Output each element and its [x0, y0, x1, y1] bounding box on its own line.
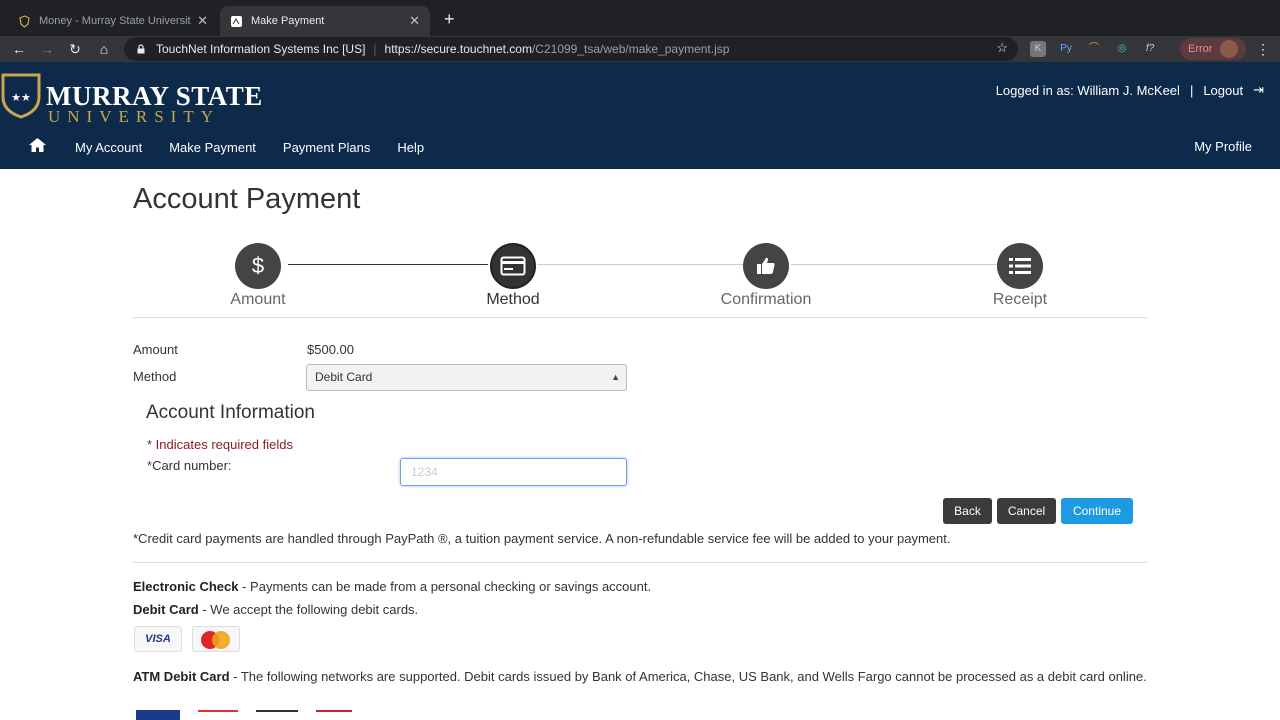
profile-error-button[interactable]: Error	[1180, 38, 1246, 60]
extension-k-icon[interactable]: K	[1030, 41, 1046, 57]
dollar-icon: $	[235, 243, 281, 289]
nav-payment-plans[interactable]: Payment Plans	[283, 140, 370, 155]
address-bar[interactable]: TouchNet Information Systems Inc [US] | …	[124, 37, 1018, 61]
atm-network-logo	[198, 710, 238, 720]
nav-my-profile[interactable]: My Profile	[1194, 139, 1252, 154]
atm-network-logo	[136, 710, 180, 720]
omnibox-divider: |	[373, 42, 377, 56]
tab-title: Make Payment	[251, 15, 325, 27]
step-confirmation: Confirmation	[696, 243, 836, 309]
electronic-check-info: Electronic Check - Payments can be made …	[133, 579, 652, 594]
continue-button[interactable]: Continue	[1061, 498, 1133, 524]
shield-favicon-icon	[18, 14, 31, 28]
site-organization: TouchNet Information Systems Inc [US]	[156, 42, 366, 56]
nav-make-payment[interactable]: Make Payment	[169, 140, 256, 155]
nav-my-account[interactable]: My Account	[75, 140, 142, 155]
new-tab-icon[interactable]: +	[444, 9, 455, 30]
avatar	[1220, 40, 1239, 58]
error-label: Error	[1188, 43, 1213, 55]
main-nav: My Account Make Payment Payment Plans He…	[0, 126, 1280, 169]
svg-text:★★: ★★	[11, 91, 31, 104]
step-amount: $ Amount	[188, 243, 328, 309]
logout-link[interactable]: Logout	[1203, 83, 1243, 98]
back-button[interactable]: Back	[943, 498, 992, 524]
header-divider: |	[1189, 82, 1194, 98]
browser-menu-icon[interactable]: ⋮	[1256, 41, 1270, 58]
forward-arrow-icon[interactable]: →	[37, 39, 57, 59]
extension-function-icon[interactable]: f?	[1142, 41, 1158, 57]
step-label: Confirmation	[720, 291, 812, 308]
lock-icon	[137, 44, 145, 54]
close-tab-icon[interactable]: ✕	[197, 13, 208, 29]
cancel-button[interactable]: Cancel	[997, 498, 1056, 524]
mastercard-logo	[192, 626, 240, 652]
bookmark-star-icon[interactable]: ☆	[996, 40, 1008, 56]
step-label: Method	[486, 291, 540, 308]
tab-make-payment[interactable]: Make Payment ✕	[220, 6, 430, 36]
url-path: /C21099_tsa/web/make_payment.jsp	[531, 42, 730, 56]
home-browser-icon[interactable]: ⌂	[94, 39, 114, 59]
browser-toolbar: ← → ↻ ⌂ TouchNet Information Systems Inc…	[0, 36, 1280, 62]
nav-help[interactable]: Help	[397, 140, 424, 155]
thumbs-up-icon	[743, 243, 789, 289]
method-label: Method	[133, 369, 177, 384]
extension-wave-icon[interactable]: ⌒	[1086, 41, 1102, 57]
shield-logo-icon: ★★	[1, 73, 41, 119]
divider	[133, 317, 1147, 318]
step-method: Method	[443, 243, 583, 309]
back-arrow-icon[interactable]: ←	[9, 39, 29, 59]
visa-logo: VISA	[134, 626, 182, 652]
close-tab-icon[interactable]: ✕	[409, 13, 420, 29]
login-status: Logged in as: William J. McKeel | Logout…	[996, 82, 1264, 98]
card-number-input[interactable]: 1234	[400, 458, 627, 486]
accepted-cards: VISA	[134, 626, 240, 652]
page-title: Account Payment	[133, 183, 361, 215]
method-selected-value: Debit Card	[315, 370, 373, 384]
amount-value: $500.00	[307, 342, 354, 357]
murray-state-logo[interactable]: ★★ MURRAY STATE UNIVERSITY	[0, 71, 262, 126]
atm-network-logo	[256, 710, 298, 720]
method-select[interactable]: Debit Card ▲	[306, 364, 627, 391]
atm-network-logo	[316, 710, 352, 720]
url-host: https://secure.touchnet.com	[384, 42, 532, 56]
account-information-heading: Account Information	[146, 402, 315, 423]
home-icon[interactable]	[28, 137, 47, 158]
tab-money[interactable]: Money - Murray State Universit ✕	[8, 6, 218, 36]
atm-debit-info: ATM Debit Card - The following networks …	[133, 669, 1147, 684]
step-receipt: Receipt	[950, 243, 1090, 309]
select-arrows-icon: ▲	[611, 372, 620, 382]
credit-card-icon	[490, 243, 536, 289]
payment-stepper: $ Amount Method Confirmation Receipt	[133, 243, 1147, 308]
extension-py-icon[interactable]: Py	[1058, 41, 1074, 57]
logout-icon[interactable]: ⇥	[1253, 82, 1264, 98]
divider	[133, 562, 1147, 563]
step-label: Amount	[230, 291, 286, 308]
atm-network-logos	[136, 710, 352, 720]
amount-label: Amount	[133, 342, 178, 357]
required-fields-note: * Indicates required fields	[147, 437, 293, 452]
logged-in-text: Logged in as: William J. McKeel	[995, 82, 1180, 98]
debit-card-info: Debit Card - We accept the following deb…	[133, 602, 419, 617]
page-favicon-icon	[230, 15, 243, 28]
extension-circle-icon[interactable]: ◎	[1114, 41, 1130, 57]
tab-title: Money - Murray State Universit	[39, 15, 191, 27]
reload-icon[interactable]: ↻	[65, 39, 85, 59]
card-number-label: *Card number:	[147, 458, 232, 473]
step-label: Receipt	[992, 291, 1048, 308]
list-icon	[997, 243, 1043, 289]
logo-line2: UNIVERSITY	[48, 107, 220, 126]
browser-tabbar: Money - Murray State Universit ✕ Make Pa…	[0, 0, 1280, 36]
service-fee-note: *Credit card payments are handled throug…	[133, 531, 951, 546]
site-header: ★★ MURRAY STATE UNIVERSITY Logged in as:…	[0, 62, 1280, 169]
